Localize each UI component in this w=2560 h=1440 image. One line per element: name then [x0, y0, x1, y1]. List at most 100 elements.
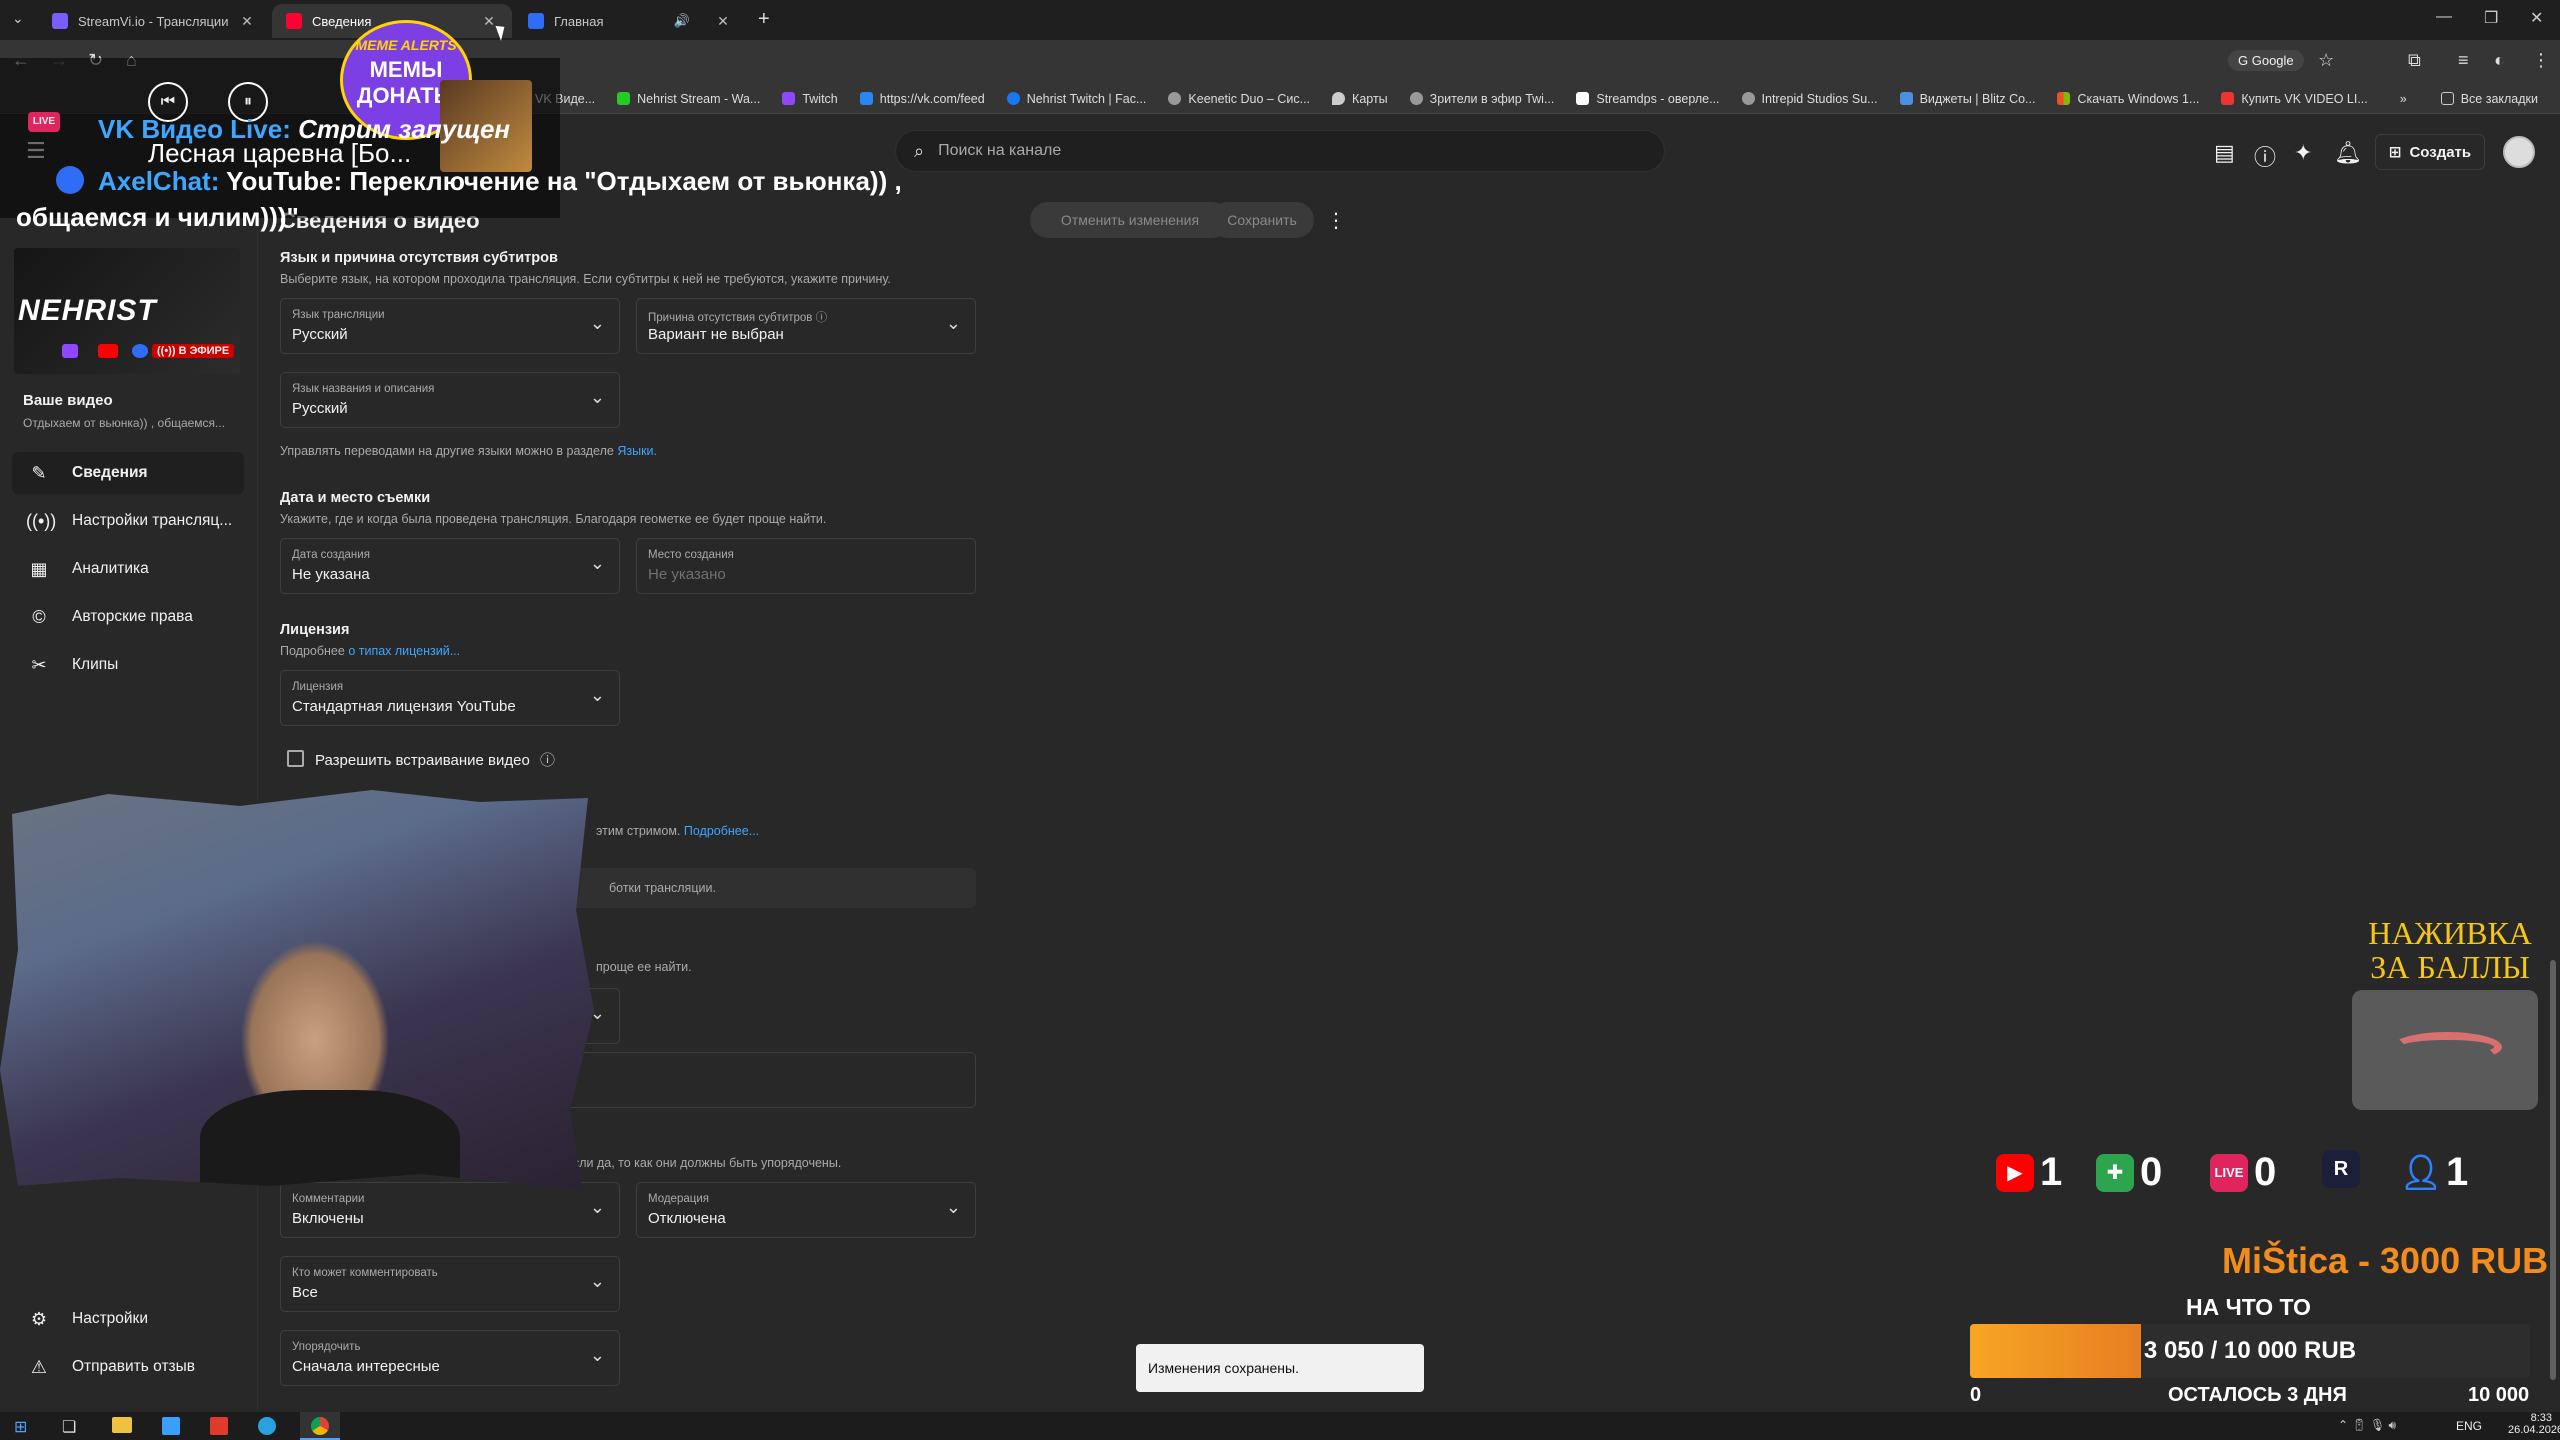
- telegram-icon[interactable]: [258, 1417, 276, 1435]
- axelchat-message: AxelChat: YouTube: Переключение на "Отды…: [98, 166, 902, 196]
- account-avatar[interactable]: [2503, 136, 2535, 168]
- map-pin-icon: [1332, 92, 1346, 105]
- chevron-down-icon: ⌄: [945, 1197, 961, 1217]
- tray-icons[interactable]: ⌃ 🔋︎ 🎙︎ 🔊︎: [2338, 1418, 2396, 1433]
- sidebar-item-stream-settings[interactable]: ((•)) Настройки трансляц...: [12, 500, 244, 542]
- minimize-icon[interactable]: —: [2436, 8, 2452, 26]
- license-types-link[interactable]: о типах лицензий...: [348, 644, 460, 658]
- tab-home[interactable]: Главная 🔊 ✕: [514, 4, 746, 38]
- stream-language-select[interactable]: Язык трансляции Русский ⌄: [280, 298, 620, 354]
- close-window-icon[interactable]: ✕: [2530, 8, 2543, 28]
- help-icon[interactable]: ⓘ: [2254, 140, 2276, 172]
- bookmark-item[interactable]: Nehrist Stream - Wa...: [617, 92, 760, 106]
- user-icon: 👤︎: [2399, 1153, 2443, 1192]
- vk-icon: [859, 92, 873, 105]
- sidebar-item-settings[interactable]: ⚙ Настройки: [12, 1298, 244, 1340]
- stream-more-text: этим стримом. Подробнее...: [596, 824, 760, 838]
- bookmark-item[interactable]: Keenetic Duo – Сис...: [1168, 92, 1310, 106]
- clock[interactable]: 8:33 26.04.2026: [2508, 1412, 2560, 1436]
- more-bookmarks-button[interactable]: »: [2400, 92, 2407, 106]
- more-options-icon[interactable]: ⋮: [1326, 208, 1346, 233]
- windows-start-icon[interactable]: ⊞: [14, 1417, 27, 1437]
- bookmark-item[interactable]: Twitch: [782, 92, 838, 106]
- chevron-down-icon: ⌄: [589, 387, 605, 407]
- no-subtitles-reason-select[interactable]: Причина отсутствия субтитров ⓘ Вариант н…: [636, 298, 976, 354]
- bookmark-item[interactable]: Виджеты | Blitz Co...: [1899, 92, 2035, 106]
- undo-changes-button[interactable]: Отменить изменения: [1030, 202, 1230, 238]
- page-scrollbar[interactable]: [2550, 960, 2556, 1380]
- create-button[interactable]: ⊞ Создать: [2375, 134, 2485, 170]
- title-language-select[interactable]: Язык названия и описания Русский ⌄: [280, 372, 620, 428]
- license-select[interactable]: Лицензия Стандартная лицензия YouTube ⌄: [280, 670, 620, 726]
- tab-search-icon[interactable]: ⌄: [12, 10, 24, 27]
- media-controls-icon[interactable]: ≡: [2458, 50, 2469, 71]
- sidebar-item-feedback[interactable]: ⚠ Отправить отзыв: [12, 1346, 244, 1388]
- close-tab-icon[interactable]: ✕: [714, 13, 732, 30]
- bookmark-item[interactable]: Intrepid Studios Su...: [1741, 92, 1878, 106]
- video-thumbnail[interactable]: NEHRIST ((•)) В ЭФИРЕ: [14, 248, 240, 374]
- input-language[interactable]: ENG: [2456, 1419, 2482, 1433]
- chevron-down-icon: ⌄: [589, 1271, 605, 1291]
- moderation-select[interactable]: Модерация Отключена ⌄: [636, 1182, 976, 1238]
- folder-icon: [2440, 92, 2454, 105]
- speaker-icon[interactable]: 🔊: [674, 13, 690, 29]
- chrome-taskbar-button[interactable]: [300, 1412, 340, 1440]
- location-input[interactable]: Место создания Не указано: [636, 538, 976, 594]
- learn-more-link[interactable]: Подробнее...: [684, 824, 759, 838]
- created-date-select[interactable]: Дата создания Не указана ⌄: [280, 538, 620, 594]
- profile-icon[interactable]: ◐: [2494, 50, 2505, 71]
- sidebar-item-analytics[interactable]: ▦ Аналитика: [12, 548, 244, 590]
- save-button[interactable]: Сохранить: [1210, 202, 1314, 238]
- axelchat-icon: [56, 166, 84, 194]
- bookmark-item[interactable]: Зрители в эфир Twi...: [1409, 92, 1554, 106]
- bookmark-item[interactable]: Streamdps - оверле...: [1576, 92, 1720, 106]
- bookmark-item[interactable]: Купить VK VIDEO LI...: [2221, 92, 2368, 106]
- help-circle-icon[interactable]: ⓘ: [540, 752, 555, 769]
- bookmark-item[interactable]: Nehrist Twitch | Fac...: [1006, 92, 1146, 106]
- who-can-comment-select[interactable]: Кто может комментировать Все ⌄: [280, 1256, 620, 1312]
- bookmark-item[interactable]: Скачать Windows 1...: [2057, 92, 2199, 106]
- analytics-icon: ▦: [30, 558, 48, 579]
- license-section-title: Лицензия: [280, 622, 350, 638]
- maximize-icon[interactable]: ❐: [2484, 8, 2498, 28]
- chevron-down-icon: ⌄: [589, 1345, 605, 1365]
- comments-select[interactable]: Комментарии Включены ⌄: [280, 1182, 620, 1238]
- goal-remaining: ОСТАЛОСЬ 3 ДНЯ: [2168, 1384, 2347, 1406]
- languages-link[interactable]: Языки.: [617, 444, 657, 458]
- file-explorer-icon[interactable]: [112, 1417, 132, 1433]
- occluded-input[interactable]: [560, 1052, 976, 1108]
- messages-icon[interactable]: ▤: [2214, 140, 2235, 166]
- embed-checkbox[interactable]: [287, 750, 304, 767]
- extensions-icon[interactable]: ⧉: [2408, 50, 2421, 71]
- sparkle-icon[interactable]: ✦: [2294, 140, 2312, 166]
- twitch-icon: [62, 344, 78, 358]
- menu-dots-icon[interactable]: ⋮: [2532, 50, 2550, 71]
- channel-search-input[interactable]: ⌕ Поиск на канале: [895, 130, 1665, 172]
- new-tab-button[interactable]: +: [758, 8, 770, 31]
- chevron-down-icon: ⌄: [589, 1197, 605, 1217]
- sidebar-item-details[interactable]: ✎ Сведения: [12, 452, 244, 494]
- bookmark-item[interactable]: Карты: [1332, 92, 1388, 106]
- task-view-icon[interactable]: ❏: [62, 1417, 76, 1437]
- sidebar-item-copyright[interactable]: © Авторские права: [12, 596, 244, 638]
- broadcast-icon: ((•)): [26, 510, 57, 531]
- bookmark-item[interactable]: https://vk.com/feed: [859, 92, 985, 106]
- sort-comments-select[interactable]: Упорядочить Сначала интересные ⌄: [280, 1330, 620, 1386]
- search-icon: ⌕: [914, 140, 925, 161]
- store-icon[interactable]: [162, 1417, 180, 1435]
- rutube-icon: R: [2322, 1150, 2360, 1188]
- app-icon[interactable]: [210, 1417, 228, 1435]
- sidebar-item-clips[interactable]: ✂ Клипы: [12, 644, 244, 686]
- subtitles-section-desc: Выберите язык, на котором проходила тран…: [280, 272, 891, 286]
- bookmark-star-icon[interactable]: ☆: [2318, 50, 2334, 71]
- search-engine-chip[interactable]: G Google: [2228, 50, 2304, 71]
- notifications-bell-icon[interactable]: 🔔︎: [2334, 140, 2362, 166]
- goal-title: НА ЧТО ТО: [2186, 1294, 2311, 1320]
- all-bookmarks-button[interactable]: Все закладки: [2440, 92, 2538, 106]
- tab-streamvi[interactable]: StreamVi.io - Трансляции в не ✕: [38, 4, 270, 38]
- globe-icon: [1741, 92, 1755, 105]
- license-more: Подробнее о типах лицензий...: [280, 644, 461, 658]
- saved-toast: Изменения сохранены.: [1136, 1344, 1424, 1392]
- close-tab-icon[interactable]: ✕: [238, 13, 256, 30]
- help-circle-icon[interactable]: ⓘ: [816, 312, 828, 324]
